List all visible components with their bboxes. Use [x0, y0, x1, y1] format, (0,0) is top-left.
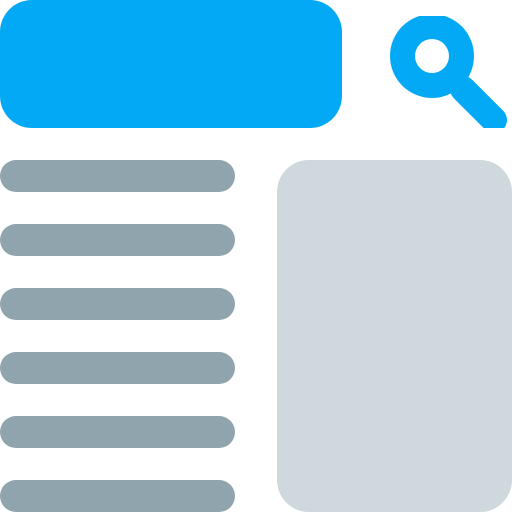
list-item[interactable]: [0, 352, 235, 384]
search-results-layout-icon: [0, 0, 512, 512]
search-icon: [390, 16, 507, 128]
list-item[interactable]: [0, 288, 235, 320]
search-icon-handle: [450, 76, 507, 128]
results-list: [0, 160, 235, 512]
search-icon-lens-inner: [415, 39, 449, 73]
preview-panel: [277, 160, 512, 512]
list-item[interactable]: [0, 160, 235, 192]
list-item[interactable]: [0, 224, 235, 256]
search-button[interactable]: [382, 16, 512, 128]
list-item[interactable]: [0, 480, 235, 512]
list-item[interactable]: [0, 416, 235, 448]
search-bar[interactable]: [0, 0, 342, 128]
